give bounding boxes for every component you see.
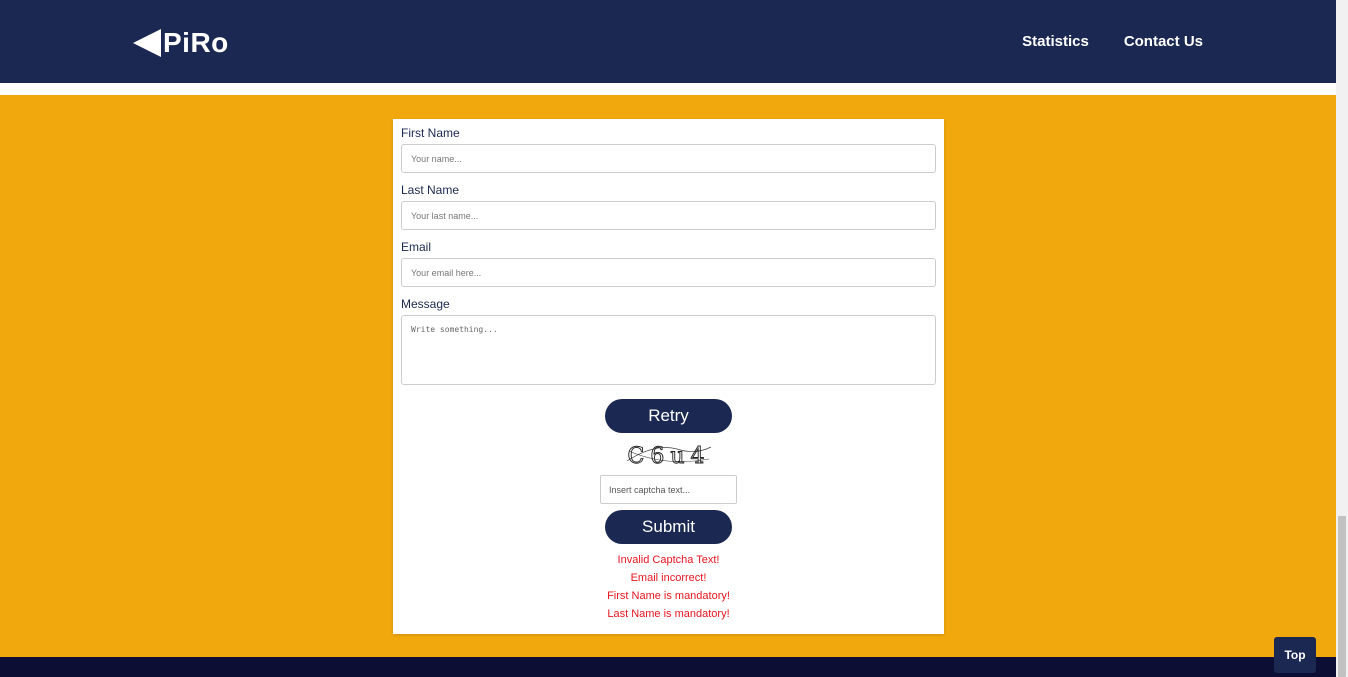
- first-name-input[interactable]: [401, 144, 936, 173]
- message-label: Message: [401, 297, 450, 311]
- header-divider: [0, 83, 1336, 95]
- captcha-text: C6u4: [628, 444, 711, 469]
- scroll-to-top-button[interactable]: Top: [1274, 637, 1316, 673]
- email-label: Email: [401, 240, 432, 254]
- retry-button[interactable]: Retry: [605, 399, 732, 433]
- last-name-label: Last Name: [401, 183, 460, 197]
- first-name-error: First Name is mandatory!: [607, 590, 730, 602]
- scrollbar[interactable]: [1336, 0, 1348, 677]
- logo-arrow-icon: [133, 29, 161, 57]
- first-name-label: First Name: [401, 126, 460, 140]
- email-input[interactable]: [401, 258, 936, 287]
- captcha-input[interactable]: [600, 475, 737, 504]
- contact-form: First Name Last Name Email Message Retry…: [393, 119, 944, 634]
- last-name-error: Last Name is mandatory!: [607, 608, 730, 620]
- email-error: Email incorrect!: [630, 572, 707, 584]
- captcha-error: Invalid Captcha Text!: [617, 554, 720, 566]
- submit-button[interactable]: Submit: [605, 510, 732, 544]
- error-messages: Invalid Captcha Text! Email incorrect! F…: [393, 551, 944, 623]
- navbar: PiRo Statistics Contact Us: [0, 0, 1336, 83]
- message-textarea[interactable]: [401, 315, 936, 385]
- footer: [0, 657, 1336, 677]
- logo-text: PiRo: [163, 27, 229, 58]
- captcha-image: C6u4: [626, 444, 712, 469]
- logo[interactable]: PiRo: [133, 27, 229, 59]
- nav-link-contact-us[interactable]: Contact Us: [1124, 33, 1203, 50]
- nav-link-statistics[interactable]: Statistics: [1022, 33, 1089, 50]
- scrollbar-thumb[interactable]: [1338, 516, 1346, 677]
- last-name-input[interactable]: [401, 201, 936, 230]
- nav-links: Statistics Contact Us: [1022, 33, 1203, 50]
